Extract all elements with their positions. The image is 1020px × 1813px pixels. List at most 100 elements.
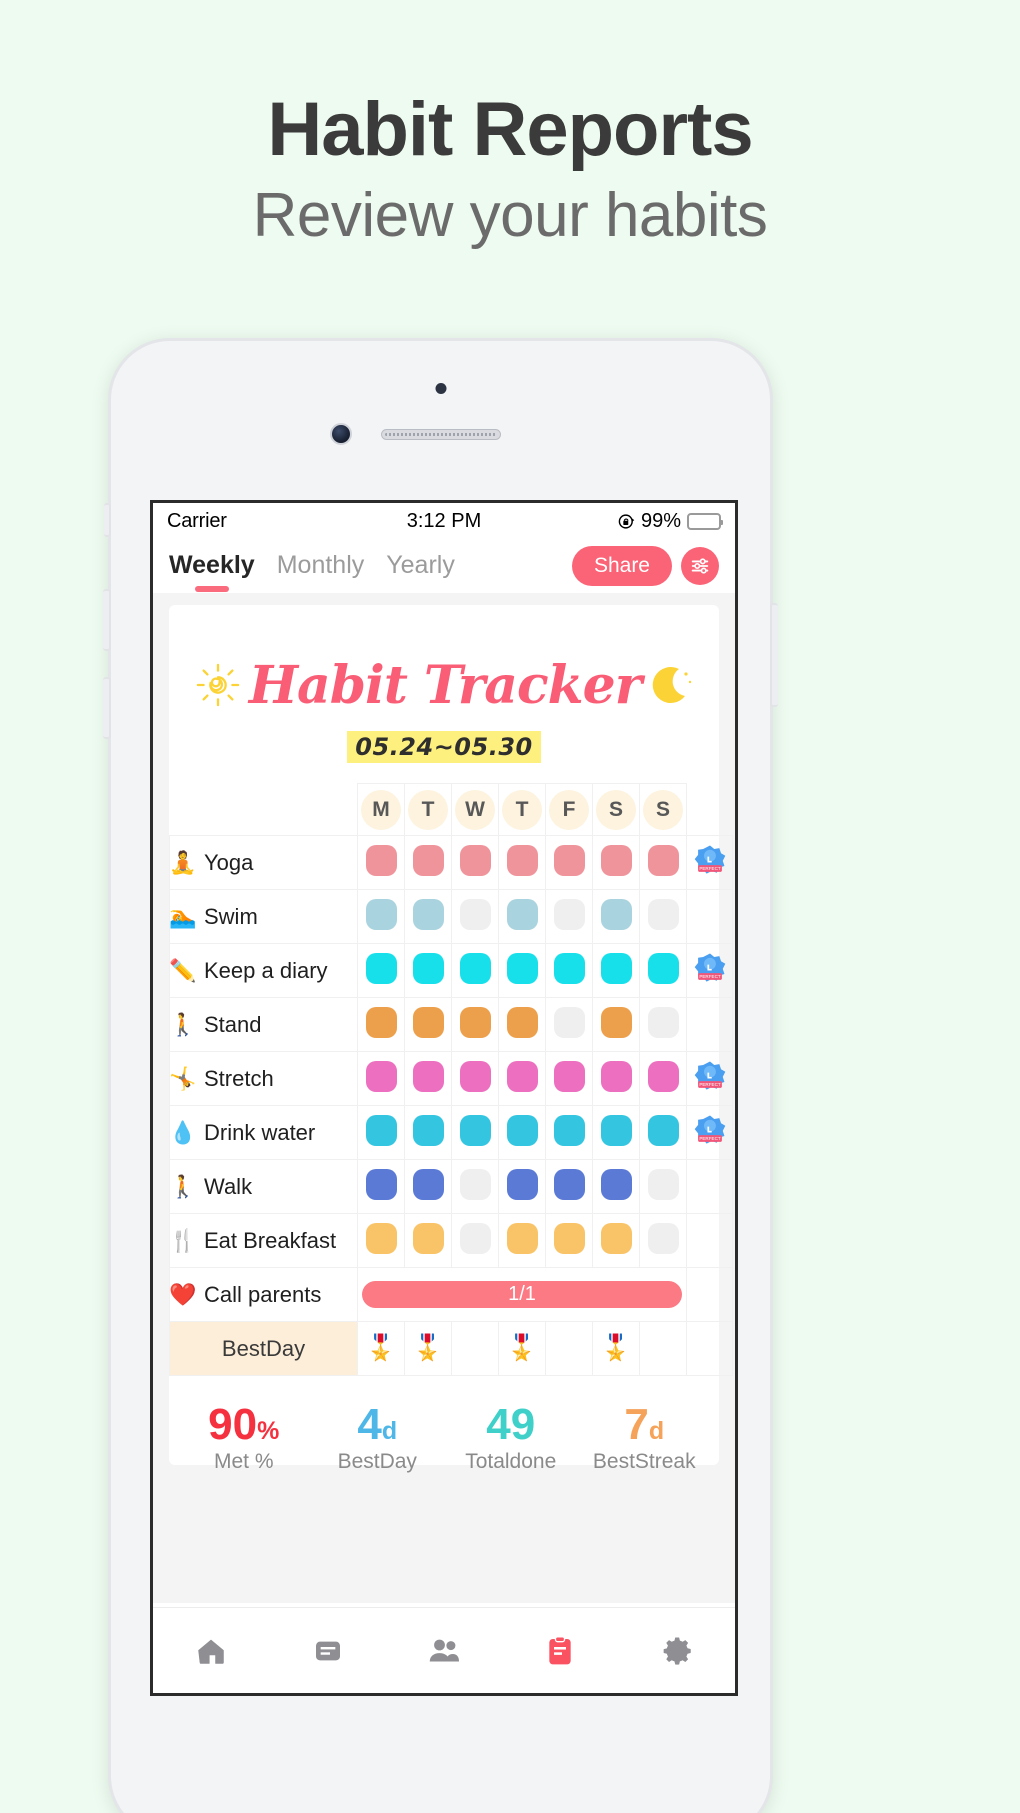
- share-button[interactable]: Share: [571, 546, 672, 586]
- habit-day-cell[interactable]: [498, 1159, 546, 1214]
- moon-icon: [652, 666, 692, 703]
- habit-day-cell[interactable]: [451, 943, 499, 998]
- habit-row[interactable]: 🤸 Stretch PERFECT: [169, 1051, 733, 1106]
- habit-day-cell[interactable]: [498, 1213, 546, 1268]
- habit-day-cell[interactable]: [545, 997, 593, 1052]
- habit-day-cell[interactable]: [404, 1159, 452, 1214]
- habit-progress-row[interactable]: ❤️ Call parents 1/1: [169, 1267, 733, 1322]
- habit-day-cell[interactable]: [498, 889, 546, 944]
- habit-day-cell[interactable]: [545, 1051, 593, 1106]
- habit-day-cell[interactable]: [404, 1213, 452, 1268]
- habit-day-cell[interactable]: [404, 1105, 452, 1160]
- habit-day-cell[interactable]: [592, 835, 640, 890]
- habit-row[interactable]: 🚶 Walk: [169, 1159, 733, 1214]
- habit-day-cell[interactable]: [639, 1213, 687, 1268]
- habit-day-cell[interactable]: [357, 1051, 405, 1106]
- habit-day-cell[interactable]: [592, 997, 640, 1052]
- habit-day-cell[interactable]: [592, 1105, 640, 1160]
- bestday-cell: 🎖️: [357, 1321, 405, 1376]
- habit-day-cell[interactable]: [592, 1213, 640, 1268]
- habit-day-cell[interactable]: [451, 997, 499, 1052]
- habit-row[interactable]: 💧 Drink water PERFECT: [169, 1105, 733, 1160]
- habit-day-cell[interactable]: [639, 835, 687, 890]
- day-marker-filled: [553, 1222, 585, 1254]
- habit-day-cell[interactable]: [639, 1051, 687, 1106]
- habit-day-cell[interactable]: [404, 1051, 452, 1106]
- habit-day-cell[interactable]: [498, 943, 546, 998]
- weekday-label: S: [596, 789, 636, 830]
- day-marker-filled: [506, 952, 538, 984]
- report-card: Habit Tracker 05.24~05.30 M T W T F S S …: [169, 605, 733, 1473]
- habit-day-cell[interactable]: [545, 835, 593, 890]
- habit-day-cell[interactable]: [639, 1105, 687, 1160]
- tab-yearly[interactable]: Yearly: [386, 551, 455, 582]
- medal-icon: 🎖️: [412, 1334, 444, 1362]
- habit-day-cell[interactable]: [498, 1051, 546, 1106]
- habit-day-cell[interactable]: [545, 1105, 593, 1160]
- report-content: Habit Tracker 05.24~05.30 M T W T F S S …: [153, 593, 735, 1603]
- habit-day-cell[interactable]: [451, 1051, 499, 1106]
- habit-day-cell[interactable]: [592, 1051, 640, 1106]
- habit-day-cell[interactable]: [404, 943, 452, 998]
- nav-friends[interactable]: [421, 1628, 467, 1674]
- habit-day-cell[interactable]: [357, 1159, 405, 1214]
- day-marker-filled: [553, 1060, 585, 1092]
- day-marker-filled: [459, 1060, 491, 1092]
- svg-text:PERFECT: PERFECT: [699, 974, 721, 979]
- stat-number: 7: [624, 1400, 649, 1449]
- habit-day-cell[interactable]: [639, 889, 687, 944]
- habit-day-cell[interactable]: [545, 943, 593, 998]
- day-marker-filled: [506, 1168, 538, 1200]
- habit-day-cell[interactable]: [451, 1213, 499, 1268]
- habit-day-cell[interactable]: [451, 835, 499, 890]
- progress-bar: 1/1: [362, 1281, 682, 1308]
- habit-table: MTWTFSS 🧘 Yoga PERFECT 🏊 Swim ✏️ Keep a diary P…: [169, 783, 733, 1376]
- habit-day-cell[interactable]: [357, 835, 405, 890]
- weekday-label: F: [549, 789, 589, 830]
- volume-down-button: [103, 677, 111, 739]
- habit-day-cell[interactable]: [357, 1105, 405, 1160]
- habit-day-cell[interactable]: [592, 1159, 640, 1214]
- habit-day-cell[interactable]: [592, 943, 640, 998]
- habit-day-cell[interactable]: [498, 835, 546, 890]
- habit-row[interactable]: 🏊 Swim: [169, 889, 733, 944]
- habit-day-cell[interactable]: [404, 997, 452, 1052]
- habit-name-cell: 🤸 Stretch: [169, 1051, 358, 1106]
- habit-day-cell[interactable]: [357, 943, 405, 998]
- habit-day-cell[interactable]: [357, 1213, 405, 1268]
- habit-day-cell[interactable]: [545, 889, 593, 944]
- habit-progress-cell[interactable]: 1/1: [357, 1267, 687, 1322]
- habit-row[interactable]: 🧘 Yoga PERFECT: [169, 835, 733, 890]
- habit-day-cell[interactable]: [451, 1159, 499, 1214]
- nav-settings[interactable]: [654, 1628, 700, 1674]
- habit-day-cell[interactable]: [498, 1105, 546, 1160]
- habit-day-cell[interactable]: [639, 943, 687, 998]
- tab-monthly[interactable]: Monthly: [277, 551, 365, 582]
- nav-home[interactable]: [188, 1628, 234, 1674]
- habit-row[interactable]: 🚶 Stand: [169, 997, 733, 1052]
- report-settings-button[interactable]: [681, 547, 719, 585]
- habit-day-cell[interactable]: [404, 835, 452, 890]
- tab-weekly[interactable]: Weekly: [169, 551, 255, 582]
- habit-day-cell[interactable]: [639, 1159, 687, 1214]
- habit-day-cell[interactable]: [545, 1159, 593, 1214]
- nav-notes[interactable]: [305, 1628, 351, 1674]
- nav-report[interactable]: [537, 1628, 583, 1674]
- day-marker-filled: [600, 952, 632, 984]
- habit-day-cell[interactable]: [639, 997, 687, 1052]
- weekday-header-2: W: [451, 783, 499, 836]
- habit-day-cell[interactable]: [357, 889, 405, 944]
- battery-icon: [687, 512, 723, 530]
- silent-switch: [104, 503, 111, 537]
- habit-day-cell[interactable]: [357, 997, 405, 1052]
- habit-day-cell[interactable]: [451, 1105, 499, 1160]
- habit-day-cell[interactable]: [498, 997, 546, 1052]
- habit-day-cell[interactable]: [404, 889, 452, 944]
- habit-day-cell[interactable]: [592, 889, 640, 944]
- habit-row[interactable]: ✏️ Keep a diary PERFECT: [169, 943, 733, 998]
- day-marker-filled: [365, 898, 397, 930]
- habit-row[interactable]: 🍴 Eat Breakfast: [169, 1213, 733, 1268]
- habit-day-cell[interactable]: [545, 1213, 593, 1268]
- day-marker-filled: [412, 1060, 444, 1092]
- habit-day-cell[interactable]: [451, 889, 499, 944]
